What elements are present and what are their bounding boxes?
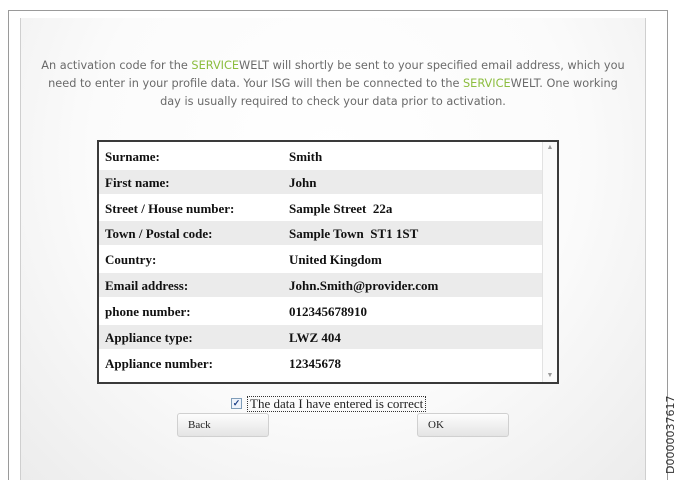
intro-text-part: need to enter in your profile data. Your…	[48, 77, 464, 90]
confirm-data-label[interactable]: The data I have entered is correct	[247, 396, 427, 412]
row-label: First name:	[105, 175, 170, 190]
brand-name-part2: WELT	[510, 77, 540, 90]
table-row: Town / Postal code: Sample Town ST1 1ST	[99, 221, 543, 245]
intro-text-part: . One working	[539, 77, 618, 90]
table-row: Surname: Smith	[99, 144, 543, 168]
row-label: Surname:	[105, 149, 160, 164]
table-row: Street / House number: Sample Street 22a	[99, 196, 543, 220]
row-label: phone number:	[105, 304, 191, 319]
intro-text-part: will shortly be sent to your specified e…	[269, 59, 625, 72]
row-value: John	[289, 175, 317, 190]
row-label: Street / House number:	[105, 201, 235, 216]
brand-name: SERVICE	[463, 77, 511, 90]
brand-name-part2: WELT	[239, 59, 269, 72]
row-value: John.Smith@provider.com	[289, 278, 439, 293]
table-row: Appliance type: LWZ 404	[99, 325, 543, 349]
row-value: United Kingdom	[289, 252, 382, 267]
summary-table: Surname: Smith First name: John Street /…	[97, 140, 559, 384]
table-row: Appliance number: 12345678	[99, 351, 543, 375]
row-label: Appliance type:	[105, 330, 193, 345]
brand-name-part1: SERVICE	[191, 59, 240, 72]
intro-text: An activation code for the SERVICEWELT w…	[30, 57, 636, 111]
document-id: D0000037617	[664, 395, 674, 474]
intro-text-part: An activation code for the	[41, 59, 192, 72]
back-button[interactable]: Back	[177, 413, 269, 437]
table-row: First name: John	[99, 170, 543, 194]
row-value: Smith	[289, 149, 323, 164]
ok-button-label: OK	[428, 419, 444, 431]
confirm-data-checkbox[interactable]: ✓	[231, 398, 242, 409]
table-scrollbar[interactable]: ▲ ▼	[542, 142, 557, 382]
row-label: Appliance number:	[105, 356, 213, 371]
scroll-up-icon[interactable]: ▲	[543, 142, 557, 154]
scroll-down-icon[interactable]: ▼	[543, 370, 557, 382]
row-value: LWZ 404	[289, 330, 341, 345]
brand-name-part1: SERVICE	[463, 77, 511, 90]
intro-text-part: day is usually required to check your da…	[160, 95, 506, 108]
ok-button[interactable]: OK	[417, 413, 509, 437]
table-row: Email address: John.Smith@provider.com	[99, 273, 543, 297]
row-label: Town / Postal code:	[105, 226, 213, 241]
row-label: Email address:	[105, 278, 189, 293]
table-row: phone number: 012345678910	[99, 299, 543, 323]
brand-name: SERVICE	[191, 59, 239, 72]
row-value: Sample Street 22a	[289, 201, 393, 216]
row-value: Sample Town ST1 1ST	[289, 226, 419, 241]
back-button-label: Back	[188, 419, 211, 431]
table-row: Country: United Kingdom	[99, 247, 543, 271]
row-value: 012345678910	[289, 304, 367, 319]
row-label: Country:	[105, 252, 157, 267]
row-value: 12345678	[289, 356, 341, 371]
